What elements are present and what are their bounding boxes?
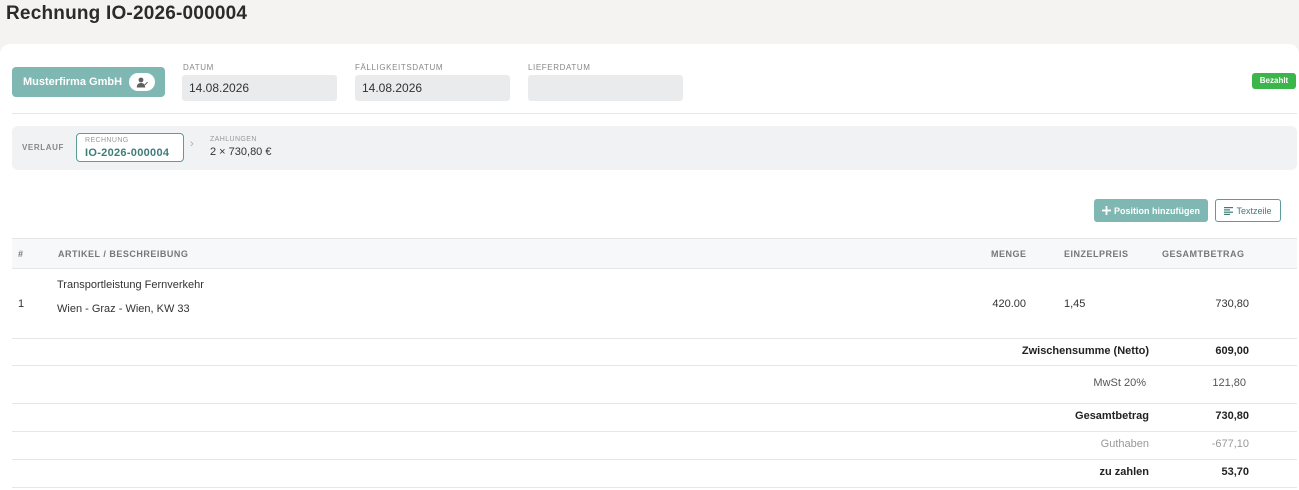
row-description: Wien - Graz - Wien, KW 33 xyxy=(57,303,190,315)
col-quantity: MENGE xyxy=(991,249,1027,259)
delivery-date-field[interactable] xyxy=(528,75,683,101)
history-label: VERLAUF xyxy=(22,143,64,152)
client-name: Musterfirma GmbH xyxy=(23,76,123,88)
date-field[interactable]: 14.08.2026 xyxy=(182,75,337,101)
summary-divider xyxy=(12,403,1297,404)
row-divider xyxy=(12,338,1297,339)
due-date-field[interactable]: 14.08.2026 xyxy=(355,75,510,101)
col-total: GESAMTBETRAG xyxy=(1162,249,1245,259)
subtotal-value: 609,00 xyxy=(1215,345,1249,357)
due-date-label: FÄLLIGKEITSDATUM xyxy=(355,63,444,72)
history-payments-value[interactable]: 2 × 730,80 € xyxy=(210,146,271,158)
col-index: # xyxy=(18,249,24,259)
user-edit-icon[interactable] xyxy=(129,73,155,91)
header-divider xyxy=(12,113,1297,114)
status-badge: Bezahlt xyxy=(1252,73,1296,89)
history-bar: VERLAUF RECHNUNG IO-2026-000004 › ZAHLUN… xyxy=(12,126,1297,170)
row-title: Transportleistung Fernverkehr xyxy=(57,279,204,291)
delivery-date-label: LIEFERDATUM xyxy=(528,63,591,72)
history-invoice-label: RECHNUNG xyxy=(85,137,129,144)
summary-divider xyxy=(12,487,1297,488)
total-value: 730,80 xyxy=(1215,410,1249,422)
row-total: 730,80 xyxy=(1215,298,1249,310)
row-unit-price: 1,45 xyxy=(1064,298,1086,310)
add-position-button[interactable]: Position hinzufügen xyxy=(1094,199,1208,222)
invoice-card: Musterfirma GmbH DATUM 14.08.2026 FÄLLIG… xyxy=(0,44,1299,490)
textline-label: Textzeile xyxy=(1236,205,1272,216)
col-unit-price: EINZELPREIS xyxy=(1064,249,1129,259)
date-label: DATUM xyxy=(183,63,214,72)
history-payments-label: ZAHLUNGEN xyxy=(210,136,257,143)
table-header: # ARTIKEL / BESCHREIBUNG MENGE EINZELPRE… xyxy=(12,238,1297,269)
add-position-label: Position hinzufügen xyxy=(1114,205,1200,216)
amount-due-label: zu zahlen xyxy=(1099,466,1149,478)
summary-divider xyxy=(12,365,1297,366)
summary-divider xyxy=(12,459,1297,460)
credit-label: Guthaben xyxy=(1100,438,1149,450)
history-invoice-chip[interactable]: RECHNUNG IO-2026-000004 xyxy=(76,133,184,162)
row-quantity: 420.00 xyxy=(992,298,1026,310)
vat-label: MwSt 20% xyxy=(1093,377,1146,389)
plus-icon xyxy=(1102,206,1111,215)
credit-value: -677,10 xyxy=(1211,438,1249,450)
amount-due-value: 53,70 xyxy=(1221,466,1249,478)
page-title: Rechnung IO-2026-000004 xyxy=(6,3,248,24)
row-index: 1 xyxy=(18,298,25,310)
summary-divider xyxy=(12,431,1297,432)
vat-value: 121,80 xyxy=(1212,377,1246,389)
total-label: Gesamtbetrag xyxy=(1075,410,1149,422)
col-article: ARTIKEL / BESCHREIBUNG xyxy=(58,249,189,259)
subtotal-label: Zwischensumme (Netto) xyxy=(1021,345,1149,357)
history-invoice-number: IO-2026-000004 xyxy=(85,147,170,159)
add-textline-button[interactable]: Textzeile xyxy=(1215,199,1281,222)
client-select-button[interactable]: Musterfirma GmbH xyxy=(12,67,165,97)
text-lines-icon xyxy=(1224,206,1234,215)
chevron-right-icon: › xyxy=(190,138,194,150)
